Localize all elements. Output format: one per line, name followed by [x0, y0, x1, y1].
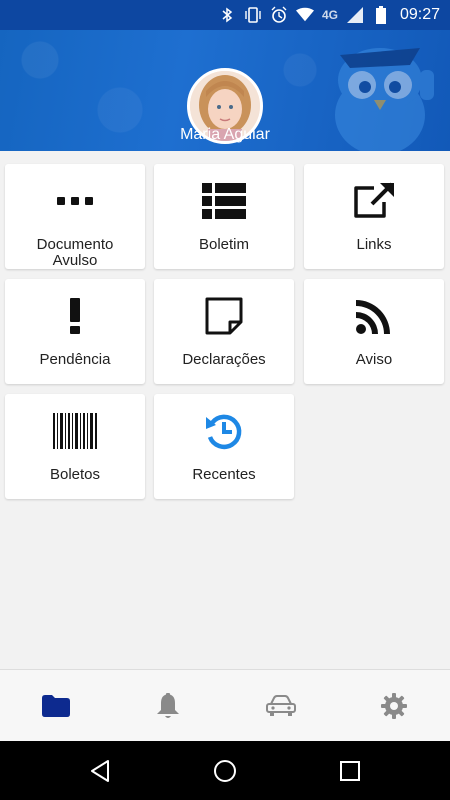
bell-icon [157, 693, 179, 718]
folder-icon [42, 695, 70, 717]
tile-label: Aviso [355, 351, 393, 368]
nav-documents[interactable] [0, 670, 112, 742]
tile-boletos[interactable]: Boletos [5, 394, 145, 499]
tile-label: Boletos [49, 466, 101, 483]
history-icon [154, 409, 294, 453]
tile-label: Pendência [39, 351, 111, 368]
tile-label: Boletim [198, 236, 250, 253]
sticky-note-icon [154, 294, 294, 338]
profile-header: Maria Aguiar [0, 30, 450, 151]
vibrate-icon [244, 6, 262, 24]
tile-label: Documento Avulso [36, 236, 114, 269]
wifi-icon [295, 6, 314, 24]
bottom-navigation [0, 669, 450, 741]
gear-icon [381, 693, 407, 719]
status-bar: 4G 09:27 [0, 0, 450, 30]
tile-boletim[interactable]: Boletim [154, 164, 294, 269]
tile-label: Declarações [182, 351, 266, 368]
tile-label: Recentes [192, 466, 256, 483]
tile-declaracoes[interactable]: Declarações [154, 279, 294, 384]
nav-notifications[interactable] [112, 670, 224, 742]
recents-button[interactable] [335, 756, 365, 786]
back-icon [91, 760, 109, 782]
tile-label: Links [356, 236, 392, 253]
barcode-icon [5, 409, 145, 453]
list-icon [154, 179, 294, 223]
signal-icon [346, 6, 364, 24]
tile-pendencia[interactable]: Pendência [5, 279, 145, 384]
back-button[interactable] [85, 756, 115, 786]
alarm-icon [270, 6, 288, 24]
home-icon [214, 760, 236, 782]
network-type: 4G [321, 8, 338, 22]
recents-icon [340, 761, 360, 781]
user-name: Maria Aguiar [180, 126, 270, 143]
tile-documento-avulso[interactable]: Documento Avulso [5, 164, 145, 269]
rss-icon [304, 294, 444, 338]
system-navigation-bar [0, 741, 450, 800]
nav-settings[interactable] [338, 670, 450, 742]
home-button[interactable] [210, 756, 240, 786]
exclamation-icon [5, 294, 145, 338]
bluetooth-icon [218, 6, 236, 24]
more-horizontal-icon [5, 179, 145, 223]
tile-links[interactable]: Links [304, 164, 444, 269]
tile-recentes[interactable]: Recentes [154, 394, 294, 499]
clock: 09:27 [399, 6, 440, 23]
car-icon [266, 695, 296, 716]
external-link-icon [304, 179, 444, 223]
tile-aviso[interactable]: Aviso [304, 279, 444, 384]
battery-icon [372, 6, 390, 24]
nav-transport[interactable] [225, 670, 337, 742]
